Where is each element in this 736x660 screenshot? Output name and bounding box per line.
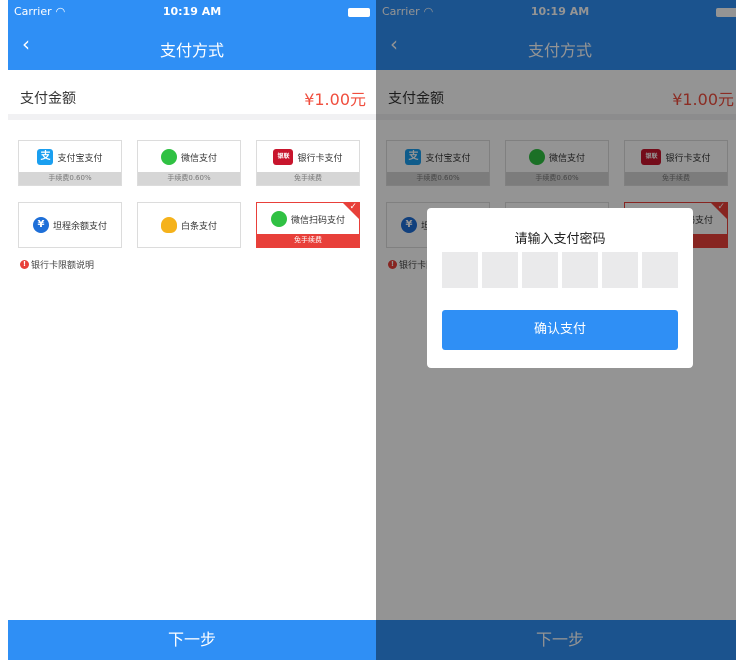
money-bag-icon: [160, 217, 177, 233]
battery-icon: [348, 8, 370, 17]
notice-label: 银行卡限额说明: [31, 261, 95, 271]
pin-digit-cell: [562, 252, 598, 288]
payment-method-wechat-scan[interactable]: 微信扫码支付 免手续费 ✓: [256, 202, 360, 248]
method-fee: 免手续费: [257, 234, 359, 247]
balance-icon: ¥: [32, 217, 49, 233]
dialog-title: 请输入支付密码: [514, 232, 606, 247]
method-label: 微信扫码支付: [290, 215, 345, 226]
amount-value: ¥1.00元: [304, 90, 366, 109]
alipay-icon: 支: [37, 149, 54, 165]
status-bar: Carrier ◠ 10:19 AM: [8, 0, 376, 24]
clock: 10:19 AM: [162, 5, 222, 18]
payment-screen: Carrier ◠ 10:19 AM ‹ 支付方式 支付金额 ¥1.00元 支 支…: [8, 0, 376, 660]
payment-method-balance[interactable]: ¥ 坦程余额支付: [18, 202, 122, 248]
next-step-button[interactable]: 下一步: [8, 620, 376, 660]
pin-digit-cell: [642, 252, 678, 288]
method-content: 微信支付: [138, 141, 240, 173]
confirm-payment-button[interactable]: 确认支付: [442, 310, 678, 350]
method-fee: 手续费0.60%: [138, 172, 240, 185]
checkmark-icon: ✓: [349, 202, 357, 212]
bank-limit-notice[interactable]: ! 银行卡限额说明: [20, 258, 94, 271]
payment-method-alipay[interactable]: 支 支付宝支付 手续费0.60%: [18, 140, 122, 186]
method-label: 银行卡支付: [297, 153, 343, 164]
pin-digit-cell: [522, 252, 558, 288]
unionpay-icon: 银联: [273, 149, 294, 165]
pin-digit-cell: [442, 252, 478, 288]
pin-digit-cell: [602, 252, 638, 288]
page-title: 支付方式: [159, 41, 224, 60]
method-fee: 免手续费: [257, 172, 359, 185]
payment-method-grid: 支 支付宝支付 手续费0.60% 微信支付 手续费0.60% 银联 银行卡支付 …: [8, 126, 376, 276]
navigation-bar: ‹ 支付方式: [8, 24, 376, 70]
method-content: ¥ 坦程余额支付: [19, 203, 121, 247]
payment-method-bankcard[interactable]: 银联 银行卡支付 免手续费: [256, 140, 360, 186]
method-content: 银联 银行卡支付: [257, 141, 359, 173]
pin-digit-cell: [482, 252, 518, 288]
method-label: 微信支付: [180, 153, 217, 164]
method-fee: 手续费0.60%: [19, 172, 121, 185]
amount-label: 支付金额: [20, 91, 76, 107]
payment-amount-row: 支付金额 ¥1.00元: [8, 74, 376, 120]
method-label: 坦程余额支付: [52, 221, 107, 232]
payment-method-wechat[interactable]: 微信支付 手续费0.60%: [137, 140, 241, 186]
wechat-icon: [160, 149, 177, 165]
method-content: 支 支付宝支付: [19, 141, 121, 173]
top-bar: Carrier ◠ 10:19 AM ‹ 支付方式: [8, 0, 376, 70]
payment-method-baitiao[interactable]: 白条支付: [137, 202, 241, 248]
method-label: 支付宝支付: [57, 153, 103, 164]
alert-icon: !: [20, 260, 29, 269]
payment-screen-password-dialog: Carrier ◠ 10:19 AM ‹ 支付方式 支付金额 ¥1.00元 支 支…: [376, 0, 736, 660]
method-label: 白条支付: [180, 221, 217, 232]
wechat-icon: [270, 211, 287, 227]
password-dialog: 请输入支付密码 确认支付: [427, 208, 693, 368]
screenshot-stage: Carrier ◠ 10:19 AM ‹ 支付方式 支付金额 ¥1.00元 支 支…: [0, 0, 736, 660]
method-content: 白条支付: [138, 203, 240, 247]
password-input[interactable]: [442, 252, 678, 288]
